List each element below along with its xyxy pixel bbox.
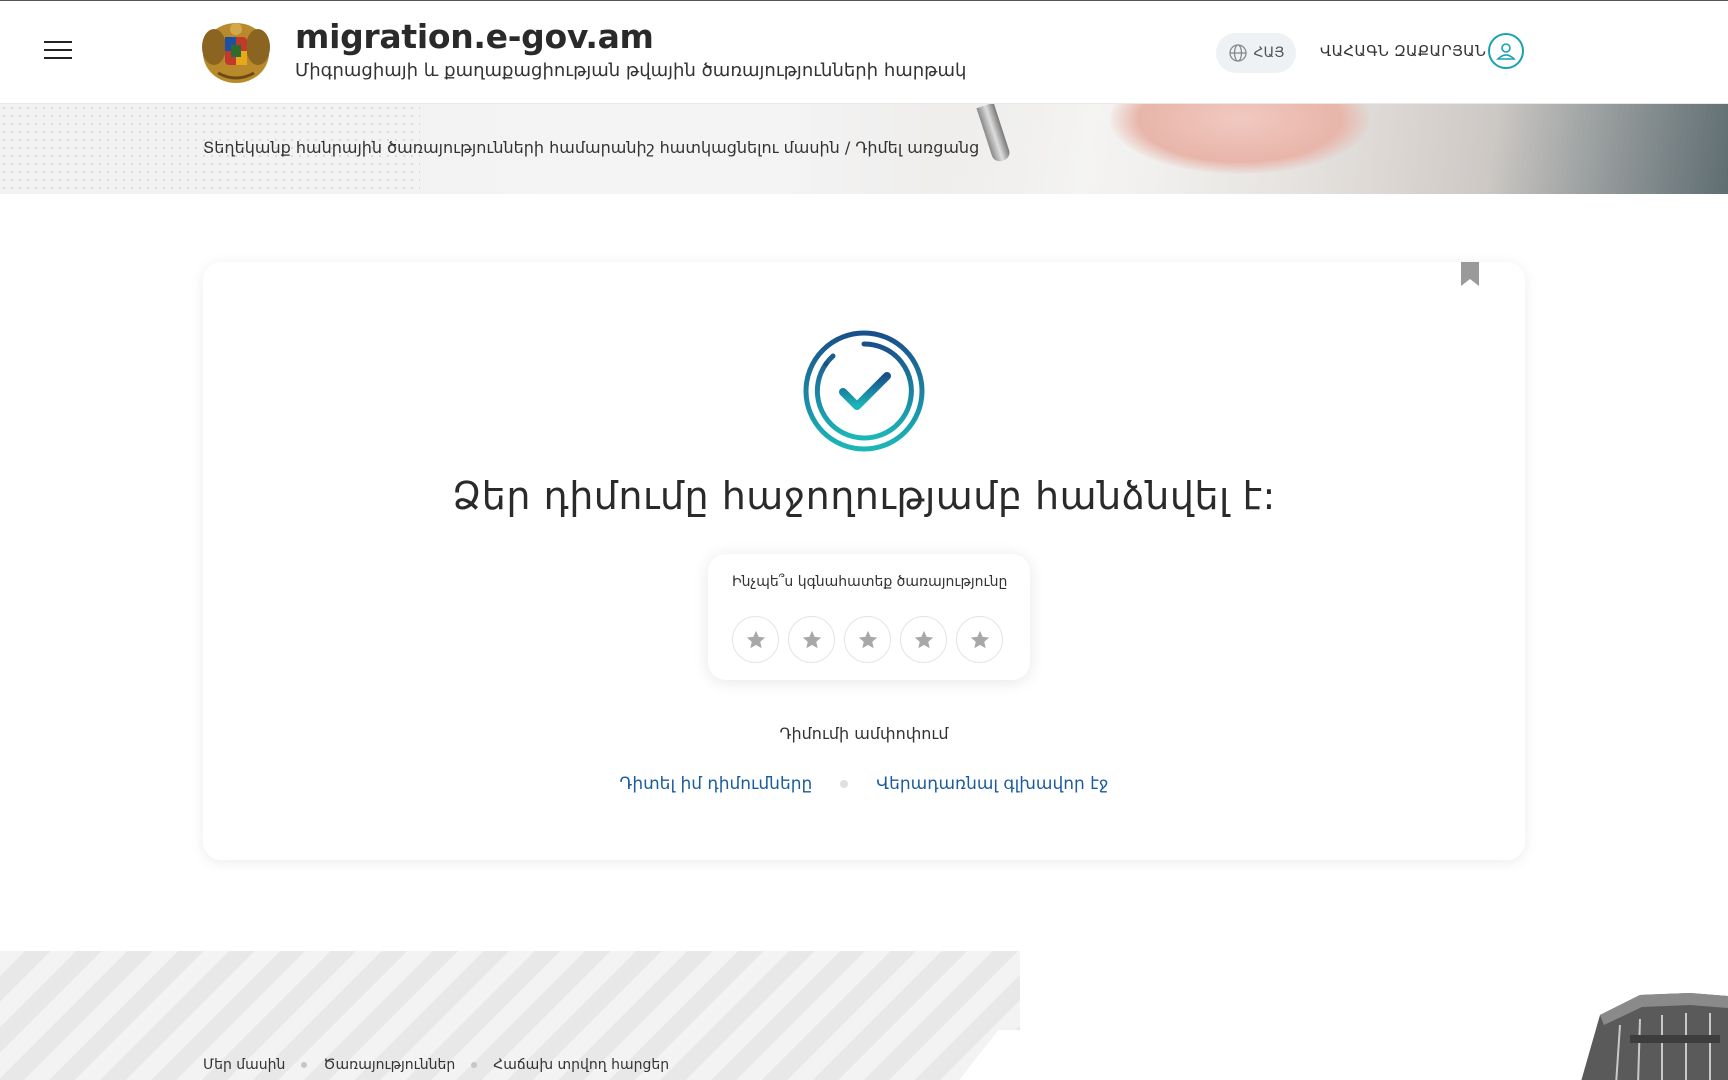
rating-star-5[interactable] (956, 616, 1003, 663)
success-card: Ձեր դիմումը հաջողությամբ հանձնվել է: Ինչ… (203, 262, 1525, 860)
rating-star-1[interactable] (732, 616, 779, 663)
breadcrumb-current: Դիմել առցանց (855, 138, 980, 157)
star-icon (914, 630, 933, 648)
star-icon (746, 630, 765, 648)
footer-separator-dot (471, 1062, 478, 1068)
footer-link-services[interactable]: Ծառայություններ (323, 1057, 455, 1073)
user-name[interactable]: ՎԱՀԱԳՆ ԶԱՔԱՐՅԱՆ (1320, 42, 1486, 60)
rating-question: Ինչպե՞ս կգնահատեք ծառայությունը (732, 574, 1008, 590)
footer-separator-dot (301, 1062, 308, 1068)
site-title[interactable]: migration.e-gov.am (295, 17, 654, 56)
user-icon (1496, 43, 1516, 60)
breadcrumb-separator: / (839, 138, 856, 157)
rating-star-3[interactable] (844, 616, 891, 663)
success-title: Ձեր դիմումը հաջողությամբ հանձնվել է: (452, 474, 1276, 518)
hero-banner: Տեղեկանք հանրային ծառայությունների համար… (0, 104, 1728, 194)
footer-nav: Մեր մասին Ծառայություններ Հաճախ տրվող հա… (203, 1057, 669, 1073)
footer-building-image (1581, 993, 1728, 1080)
star-icon (858, 630, 877, 648)
globe-icon (1228, 44, 1247, 62)
language-label: ՀԱՅ (1253, 45, 1285, 61)
rating-widget: Ինչպե՞ս կգնահատեք ծառայությունը (708, 554, 1030, 680)
result-actions: Դիտել իմ դիմումները Վերադառնալ գլխավոր է… (203, 774, 1525, 794)
rating-stars (732, 616, 1003, 663)
breadcrumb: Տեղեկանք հանրային ծառայությունների համար… (203, 138, 979, 157)
language-switcher[interactable]: ՀԱՅ (1216, 33, 1296, 73)
rating-star-2[interactable] (788, 616, 835, 663)
site-subtitle: Միգրացիայի և քաղաքացիության թվային ծառայ… (295, 60, 967, 81)
coat-of-arms-emblem[interactable] (200, 17, 272, 87)
hamburger-menu-icon[interactable] (44, 41, 72, 63)
check-circle-icon (803, 330, 925, 452)
back-to-home-link[interactable]: Վերադառնալ գլխավոր էջ (876, 774, 1108, 794)
star-icon (970, 630, 989, 648)
footer-link-faq[interactable]: Հաճախ տրվող հարցեր (493, 1057, 669, 1073)
rating-star-4[interactable] (900, 616, 947, 663)
top-header: migration.e-gov.am Միգրացիայի և քաղաքացի… (0, 0, 1728, 104)
actions-separator-dot (840, 780, 849, 788)
star-icon (802, 630, 821, 648)
footer-link-about[interactable]: Մեր մասին (203, 1057, 285, 1073)
bookmark-icon[interactable] (1461, 262, 1479, 286)
application-summary-link[interactable]: Դիմումի ամփոփում (203, 724, 1525, 743)
user-profile-button[interactable] (1488, 33, 1524, 69)
view-my-applications-link[interactable]: Դիտել իմ դիմումները (620, 774, 813, 794)
breadcrumb-parent-link[interactable]: Տեղեկանք հանրային ծառայությունների համար… (203, 138, 840, 157)
